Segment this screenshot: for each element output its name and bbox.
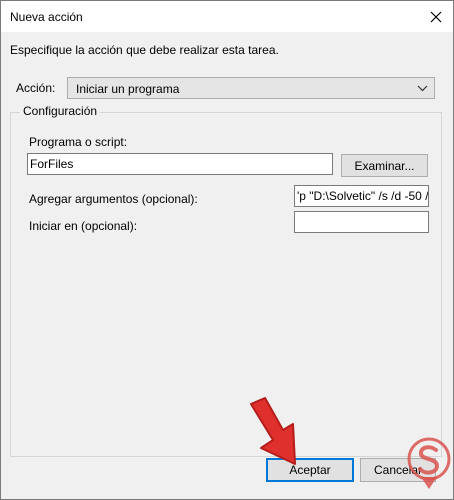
chevron-down-icon	[417, 85, 428, 92]
close-button[interactable]	[421, 5, 451, 29]
program-value: ForFiles	[30, 157, 74, 171]
start-in-input[interactable]	[294, 211, 429, 233]
arguments-value: 'p "D:\Solvetic" /s /d -50 /	[297, 189, 429, 203]
start-in-label: Iniciar en (opcional):	[29, 219, 138, 233]
dialog-body: Especifique la acción que debe realizar …	[1, 32, 453, 499]
new-action-dialog: Nueva acción Especifique la acción que d…	[0, 0, 454, 500]
arguments-label: Agregar argumentos (opcional):	[29, 192, 198, 206]
action-selected-value: Iniciar un programa	[76, 82, 180, 96]
configuration-title: Configuración	[20, 104, 101, 118]
action-label: Acción:	[16, 81, 56, 95]
arguments-input[interactable]: 'p "D:\Solvetic" /s /d -50 /	[294, 185, 429, 207]
browse-button[interactable]: Examinar...	[341, 154, 428, 177]
red-arrow-icon	[250, 397, 296, 465]
action-select[interactable]: Iniciar un programa	[67, 77, 435, 99]
program-input[interactable]: ForFiles	[27, 153, 333, 175]
browse-button-label: Examinar...	[354, 158, 415, 173]
window-title: Nueva acción	[10, 10, 83, 24]
title-bar: Nueva acción	[1, 1, 453, 32]
instructions-text: Especifique la acción que debe realizar …	[10, 43, 279, 57]
program-label: Programa o script:	[29, 135, 128, 149]
close-icon	[430, 11, 442, 23]
solvetic-logo-icon	[407, 437, 451, 489]
